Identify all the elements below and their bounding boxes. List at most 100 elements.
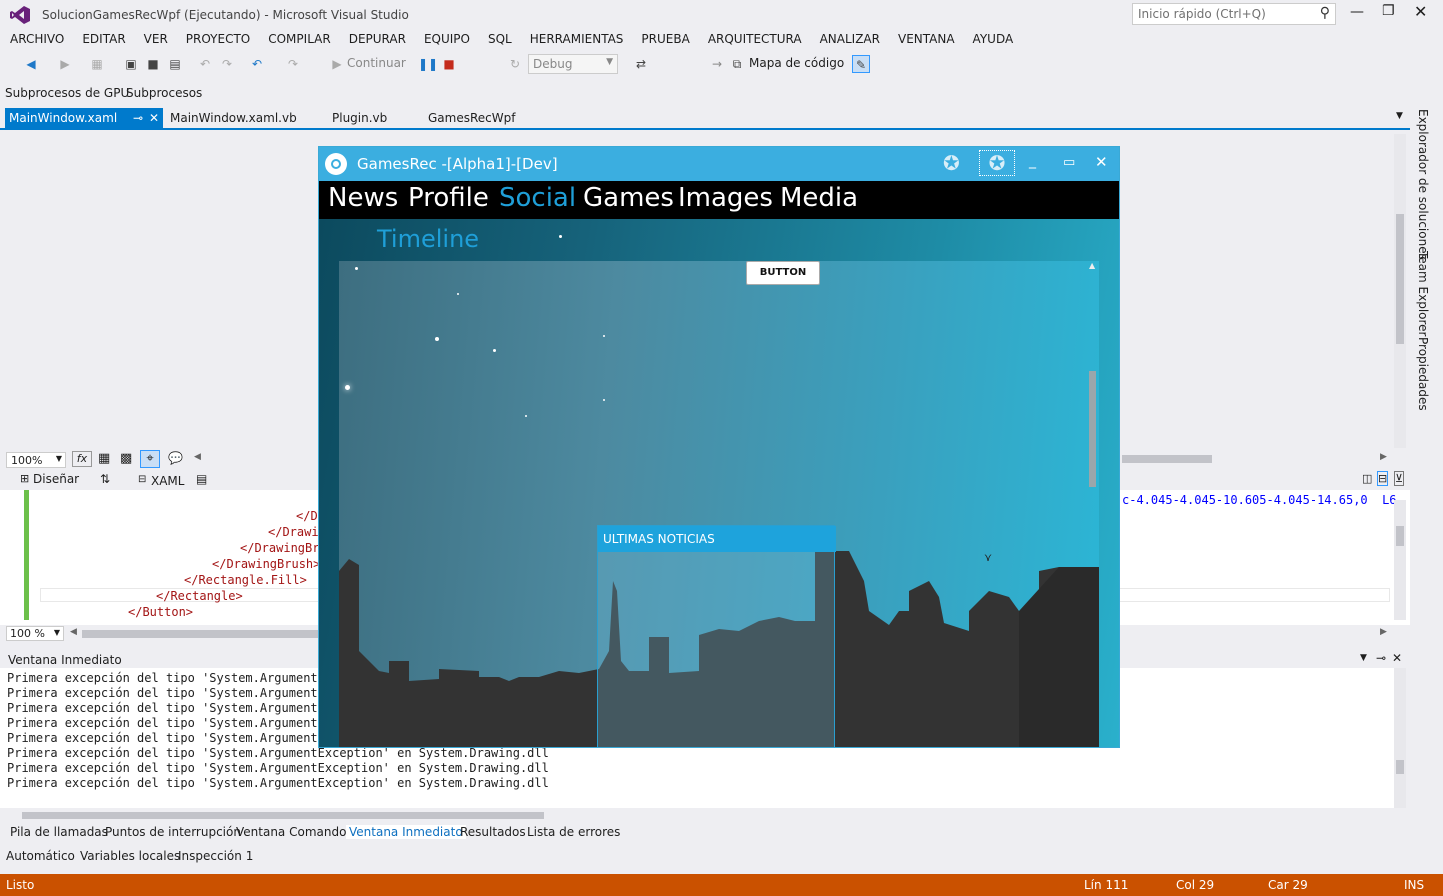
continue-icon[interactable]: ▶ (328, 55, 346, 73)
menu-arquitectura[interactable]: ARQUITECTURA (699, 30, 811, 48)
tab-autos[interactable]: Automático (6, 849, 75, 863)
open-file-icon[interactable]: ▣ (122, 55, 140, 73)
collapse-icon[interactable]: ⊻ (1394, 471, 1405, 486)
menu-proyecto[interactable]: PROYECTO (177, 30, 259, 48)
nav-games[interactable]: Games (583, 183, 674, 213)
back-icon[interactable]: ◀ (22, 55, 40, 73)
threads-tab[interactable]: Subprocesos (126, 86, 202, 100)
search-icon[interactable]: ⚲ (1320, 5, 1330, 21)
menu-equipo[interactable]: EQUIPO (415, 30, 479, 48)
app-button[interactable]: BUTTON (746, 261, 820, 285)
menu-prueba[interactable]: PRUEBA (632, 30, 698, 48)
save-icon[interactable]: ■ (144, 55, 162, 73)
code-zoom-select[interactable]: 100 % ▼ (6, 626, 64, 641)
app-maximize-button[interactable]: ▭ (1063, 155, 1075, 170)
code-map-icon[interactable]: ⧉ (728, 55, 746, 73)
tab-output[interactable]: Resultados (460, 825, 526, 839)
swap-panes-icon[interactable]: ⇅ (100, 472, 110, 486)
tab-mainwindow-xaml[interactable]: MainWindow.xaml ⊸ ✕ (5, 108, 163, 128)
nav-social[interactable]: Social (499, 183, 576, 213)
stop-icon[interactable]: ■ (440, 55, 458, 73)
code-vscroll[interactable] (1394, 500, 1406, 620)
menu-ver[interactable]: VER (135, 30, 177, 48)
tab-immediate[interactable]: Ventana Inmediato (346, 825, 466, 839)
menu-ventana[interactable]: VENTANA (889, 30, 964, 48)
tab-call-stack[interactable]: Pila de llamadas (10, 825, 108, 839)
tab-properties[interactable]: Propiedades (1416, 337, 1430, 411)
scroll-left-icon[interactable]: ◀ (194, 452, 201, 462)
close-icon[interactable]: ✕ (1392, 651, 1402, 665)
tab-locals[interactable]: Variables locales (80, 849, 180, 863)
app-close-button[interactable]: ✕ (1095, 153, 1108, 171)
menu-compilar[interactable]: COMPILAR (259, 30, 339, 48)
pin-icon[interactable]: ⊸ (133, 108, 143, 128)
app-settings-icon[interactable]: ✪ (943, 151, 960, 175)
tab-design[interactable]: Diseñar (33, 472, 79, 486)
menu-herramientas[interactable]: HERRAMIENTAS (521, 30, 633, 48)
redo-icon[interactable]: ↷ (284, 55, 302, 73)
scroll-right-icon[interactable]: ▶ (1380, 627, 1387, 637)
code-hscroll[interactable] (82, 630, 322, 638)
dropdown-icon[interactable]: ▼ (1360, 653, 1367, 663)
redo-gray-icon[interactable]: ↷ (218, 55, 236, 73)
tab-plugin-vb[interactable]: Plugin.vb (328, 108, 391, 128)
scroll-right-icon[interactable]: ▶ (1380, 452, 1387, 462)
menu-depurar[interactable]: DEPURAR (340, 30, 415, 48)
tab-mainwindow-xaml-vb[interactable]: MainWindow.xaml.vb (166, 108, 301, 128)
quick-launch[interactable]: Inicio rápido (Ctrl+Q) ⚲ (1132, 3, 1336, 25)
step-icon[interactable]: → (708, 55, 726, 73)
horizontal-split-icon[interactable]: ⊟ (1377, 471, 1389, 486)
app-minimize-button[interactable]: _ (1029, 153, 1036, 169)
nav-media[interactable]: Media (780, 183, 858, 213)
zoom-select[interactable]: 100% ▼ (6, 452, 66, 468)
restore-button[interactable]: ❐ (1382, 3, 1395, 19)
close-icon[interactable]: ✕ (149, 108, 159, 128)
attach-icon[interactable]: ⇄ (632, 55, 650, 73)
immediate-vscroll[interactable] (1394, 668, 1406, 808)
designer-scrollbar[interactable] (1394, 134, 1406, 448)
save-all-icon[interactable]: ▤ (166, 55, 184, 73)
undo-icon[interactable]: ↶ (248, 55, 266, 73)
tab-team-explorer[interactable]: Team Explorer (1416, 251, 1430, 337)
config-select[interactable]: Debug ▼ (528, 54, 618, 74)
menu-archivo[interactable]: ARCHIVO (1, 30, 73, 48)
tab-xaml[interactable]: XAML (151, 474, 184, 488)
debug-target-icon[interactable]: ✎ (852, 55, 870, 73)
vertical-split-icon[interactable]: ◫ (1362, 472, 1372, 485)
quick-launch-input[interactable]: Inicio rápido (Ctrl+Q) (1138, 7, 1266, 21)
undo-gray-icon[interactable]: ↶ (196, 55, 214, 73)
pause-icon[interactable]: ❚❚ (418, 55, 438, 73)
nav-profile[interactable]: Profile (408, 183, 489, 213)
tab-command-window[interactable]: Ventana Comandos (236, 825, 353, 839)
minimize-button[interactable]: — (1350, 4, 1364, 20)
nav-images[interactable]: Images (678, 183, 773, 213)
formula-icon[interactable]: fx (72, 451, 92, 467)
tab-solution-explorer[interactable]: Explorador de soluciones (1416, 109, 1430, 260)
pin-icon[interactable]: ⊸ (1376, 651, 1386, 665)
tab-watch[interactable]: Inspección 1 (178, 849, 253, 863)
tab-overflow-icon[interactable]: ▼ (1396, 111, 1403, 121)
restart-icon[interactable]: ↻ (506, 55, 524, 73)
tab-breakpoints[interactable]: Puntos de interrupción (105, 825, 241, 839)
forward-icon[interactable]: ▶ (56, 55, 74, 73)
tab-error-list[interactable]: Lista de errores (527, 825, 620, 839)
annotation-icon[interactable]: 💬 (168, 451, 183, 465)
designer-hscroll[interactable] (1122, 455, 1212, 463)
continue-button[interactable]: Continuar (347, 56, 406, 70)
code-map-button[interactable]: Mapa de código (749, 56, 844, 70)
tab-gamesrecwpf[interactable]: GamesRecWpf (424, 108, 519, 128)
new-project-icon[interactable]: ▦ (88, 55, 106, 73)
scroll-left-icon[interactable]: ◀ (70, 627, 77, 637)
app-settings-active-icon[interactable]: ✪ (979, 150, 1015, 176)
menu-sql[interactable]: SQL (479, 30, 521, 48)
menu-analizar[interactable]: ANALIZAR (811, 30, 889, 48)
nav-news[interactable]: News (328, 183, 398, 213)
grid-icon[interactable]: ▦ (98, 451, 110, 466)
gpu-threads-tab[interactable]: Subprocesos de GPU (5, 86, 129, 100)
menu-editar[interactable]: EDITAR (73, 30, 134, 48)
collapse-pane-icon[interactable]: ▤ (196, 472, 207, 486)
close-button[interactable]: ✕ (1414, 2, 1427, 21)
snap-grid-icon[interactable]: ▩ (120, 451, 132, 466)
snap-lines-icon[interactable]: ⌖ (140, 450, 160, 468)
menu-ayuda[interactable]: AYUDA (964, 30, 1023, 48)
